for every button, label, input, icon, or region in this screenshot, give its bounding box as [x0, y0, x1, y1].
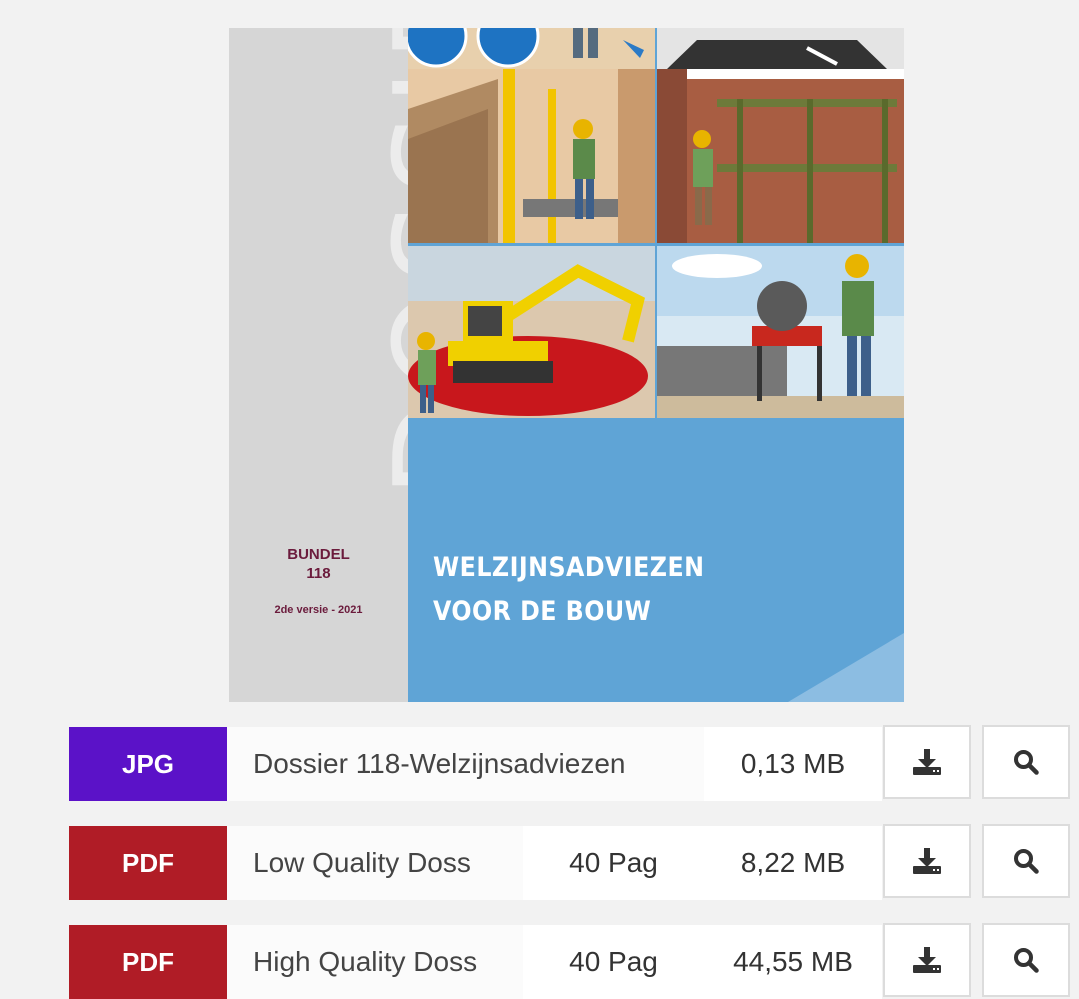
preview-button[interactable]	[982, 725, 1070, 799]
illustration-saw-worker	[657, 246, 904, 418]
file-name: Dossier 118-Welzijnsadviezen	[227, 727, 704, 801]
file-size: 44,55 MB	[704, 925, 882, 999]
file-pages: 40 Pag	[523, 826, 704, 900]
cover-bundel-number: 118	[306, 565, 331, 582]
file-size: 0,13 MB	[704, 727, 882, 801]
search-icon	[1014, 849, 1039, 874]
file-name: High Quality Doss	[227, 925, 523, 999]
cover-bundel: BUNDEL 118	[229, 545, 408, 583]
download-icon	[913, 947, 941, 973]
cover-bundel-label: BUNDEL	[287, 546, 350, 563]
file-row-jpg: JPG Dossier 118-Welzijnsadviezen 0,13 MB	[69, 725, 1079, 801]
download-button[interactable]	[883, 824, 971, 898]
file-type-badge: PDF	[69, 826, 227, 900]
search-icon	[1014, 948, 1039, 973]
file-name: Low Quality Doss	[227, 826, 523, 900]
file-pages: 40 Pag	[523, 925, 704, 999]
file-type-badge: PDF	[69, 925, 227, 999]
download-button[interactable]	[883, 923, 971, 997]
cover-version: 2de versie - 2021	[274, 604, 363, 616]
cover-title: WELZIJNSADVIEZEN VOOR DE BOUW	[433, 546, 704, 634]
cover-title-line1: WELZIJNSADVIEZEN	[433, 552, 705, 583]
illustration-excavator	[408, 246, 655, 418]
download-icon	[913, 848, 941, 874]
file-row-pdf-low: PDF Low Quality Doss 40 Pag 8,22 MB	[69, 824, 1079, 900]
preview-button[interactable]	[982, 923, 1070, 997]
search-icon	[1014, 750, 1039, 775]
download-button[interactable]	[883, 725, 971, 799]
illustration-safety-signs	[408, 28, 655, 69]
preview-button[interactable]	[982, 824, 1070, 898]
illustration-trench-worker	[408, 69, 655, 243]
illustration-machine-top	[657, 28, 904, 69]
file-row-pdf-high: PDF High Quality Doss 40 Pag 44,55 MB	[69, 923, 1079, 999]
cover-left-band: DOSSIER BUNDEL 118 2de versie - 2021	[229, 28, 518, 702]
illustration-scaffold-worker	[657, 69, 904, 243]
download-icon	[913, 749, 941, 775]
dossier-cover-image: DOSSIER BUNDEL 118 2de versie - 2021	[229, 28, 904, 702]
file-size: 8,22 MB	[704, 826, 882, 900]
cover-illustration-area: WELZIJNSADVIEZEN VOOR DE BOUW	[408, 28, 904, 702]
cover-title-line2: VOOR DE BOUW	[433, 596, 652, 627]
file-type-badge: JPG	[69, 727, 227, 801]
